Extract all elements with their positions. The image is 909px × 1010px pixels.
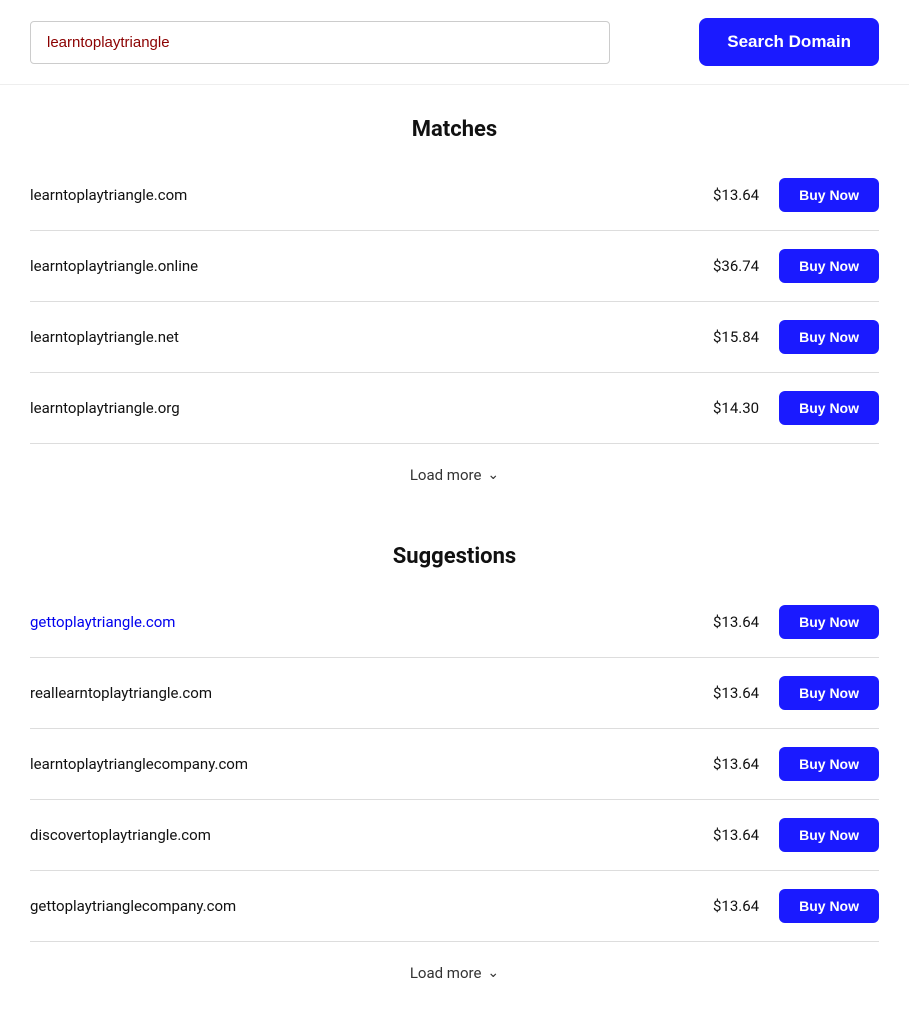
- table-row: learntoplaytrianglecompany.com $13.64 Bu…: [30, 729, 879, 800]
- table-row: learntoplaytriangle.online $36.74 Buy No…: [30, 231, 879, 302]
- domain-price: $13.64: [699, 613, 759, 631]
- table-row: gettoplaytrianglecompany.com $13.64 Buy …: [30, 871, 879, 942]
- suggestions-load-more[interactable]: Load more ⌄: [0, 942, 909, 1010]
- domain-name: learntoplaytriangle.com: [30, 186, 699, 204]
- suggestions-load-more-label: Load more: [410, 964, 482, 982]
- table-row: learntoplaytriangle.com $13.64 Buy Now: [30, 160, 879, 231]
- domain-name: reallearntoplaytriangle.com: [30, 684, 699, 702]
- search-input[interactable]: [30, 21, 610, 64]
- chevron-down-icon: ⌄: [487, 965, 499, 981]
- domain-name: learntoplaytriangle.net: [30, 328, 699, 346]
- matches-load-more[interactable]: Load more ⌄: [0, 444, 909, 512]
- matches-section-title: Matches: [0, 117, 909, 142]
- buy-now-button[interactable]: Buy Now: [779, 391, 879, 425]
- page-header: Search Domain: [0, 0, 909, 85]
- domain-price: $36.74: [699, 257, 759, 275]
- buy-now-button[interactable]: Buy Now: [779, 249, 879, 283]
- domain-price: $13.64: [699, 755, 759, 773]
- matches-list: learntoplaytriangle.com $13.64 Buy Now l…: [30, 160, 879, 444]
- buy-now-button[interactable]: Buy Now: [779, 889, 879, 923]
- suggestions-section-title: Suggestions: [0, 544, 909, 569]
- domain-name: learntoplaytriangle.org: [30, 399, 699, 417]
- main-content: Matches learntoplaytriangle.com $13.64 B…: [0, 117, 909, 1010]
- domain-name: discovertoplaytriangle.com: [30, 826, 699, 844]
- buy-now-button[interactable]: Buy Now: [779, 320, 879, 354]
- buy-now-button[interactable]: Buy Now: [779, 818, 879, 852]
- table-row: gettoplaytriangle.com $13.64 Buy Now: [30, 587, 879, 658]
- table-row: reallearntoplaytriangle.com $13.64 Buy N…: [30, 658, 879, 729]
- domain-price: $13.64: [699, 186, 759, 204]
- search-domain-button[interactable]: Search Domain: [699, 18, 879, 66]
- domain-price: $13.64: [699, 684, 759, 702]
- domain-price: $15.84: [699, 328, 759, 346]
- table-row: discovertoplaytriangle.com $13.64 Buy No…: [30, 800, 879, 871]
- domain-name: learntoplaytriangle.online: [30, 257, 699, 275]
- domain-price: $14.30: [699, 399, 759, 417]
- buy-now-button[interactable]: Buy Now: [779, 605, 879, 639]
- table-row: learntoplaytriangle.net $15.84 Buy Now: [30, 302, 879, 373]
- domain-name: gettoplaytrianglecompany.com: [30, 897, 699, 915]
- matches-load-more-label: Load more: [410, 466, 482, 484]
- domain-name: gettoplaytriangle.com: [30, 613, 699, 631]
- buy-now-button[interactable]: Buy Now: [779, 178, 879, 212]
- domain-price: $13.64: [699, 897, 759, 915]
- domain-name: learntoplaytrianglecompany.com: [30, 755, 699, 773]
- buy-now-button[interactable]: Buy Now: [779, 747, 879, 781]
- table-row: learntoplaytriangle.org $14.30 Buy Now: [30, 373, 879, 444]
- buy-now-button[interactable]: Buy Now: [779, 676, 879, 710]
- chevron-down-icon: ⌄: [487, 467, 499, 483]
- domain-price: $13.64: [699, 826, 759, 844]
- suggestions-list: gettoplaytriangle.com $13.64 Buy Now rea…: [30, 587, 879, 942]
